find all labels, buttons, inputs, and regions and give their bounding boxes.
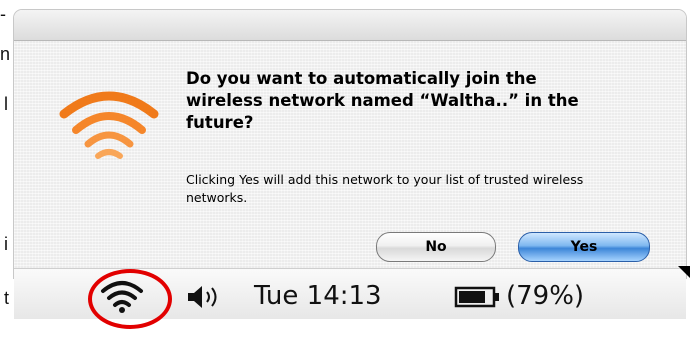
text-fragment: - bbox=[0, 4, 6, 24]
highlight-circle bbox=[88, 269, 172, 329]
battery-percent[interactable]: (79%) bbox=[506, 281, 584, 311]
yes-button[interactable]: Yes bbox=[518, 232, 650, 262]
dialog-question: Do you want to automatically join the wi… bbox=[186, 69, 579, 132]
text-fragment: l bbox=[4, 94, 8, 114]
speaker-icon[interactable] bbox=[186, 284, 226, 310]
battery-icon[interactable] bbox=[454, 284, 506, 310]
dialog-titlebar bbox=[14, 10, 686, 41]
text-fragment: t bbox=[4, 288, 10, 308]
dialog-info-text: Clicking Yes will add this network to yo… bbox=[186, 172, 584, 205]
text-fragment: i bbox=[4, 234, 8, 254]
no-button[interactable]: No bbox=[376, 232, 496, 262]
menu-clock[interactable]: Tue 14:13 bbox=[254, 281, 382, 311]
text-fragment: n bbox=[0, 44, 11, 64]
join-network-dialog: Do you want to automatically join the wi… bbox=[14, 10, 686, 278]
menu-bar-corner bbox=[678, 266, 690, 278]
wifi-icon bbox=[59, 91, 159, 159]
